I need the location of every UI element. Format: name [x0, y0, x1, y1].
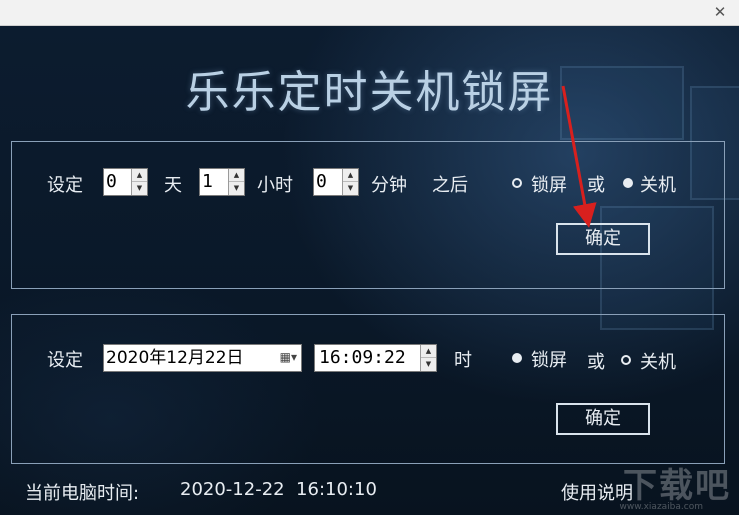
window-titlebar: ✕ [0, 0, 739, 26]
annotation-arrow-icon [561, 85, 597, 228]
close-icon[interactable]: ✕ [709, 2, 731, 22]
app-client-area: 乐乐定时关机锁屏 设定 0 ▲ ▼ 天 1 ▲ ▼ 小时 0 ▲ ▼ 分钟 之后… [0, 26, 739, 515]
